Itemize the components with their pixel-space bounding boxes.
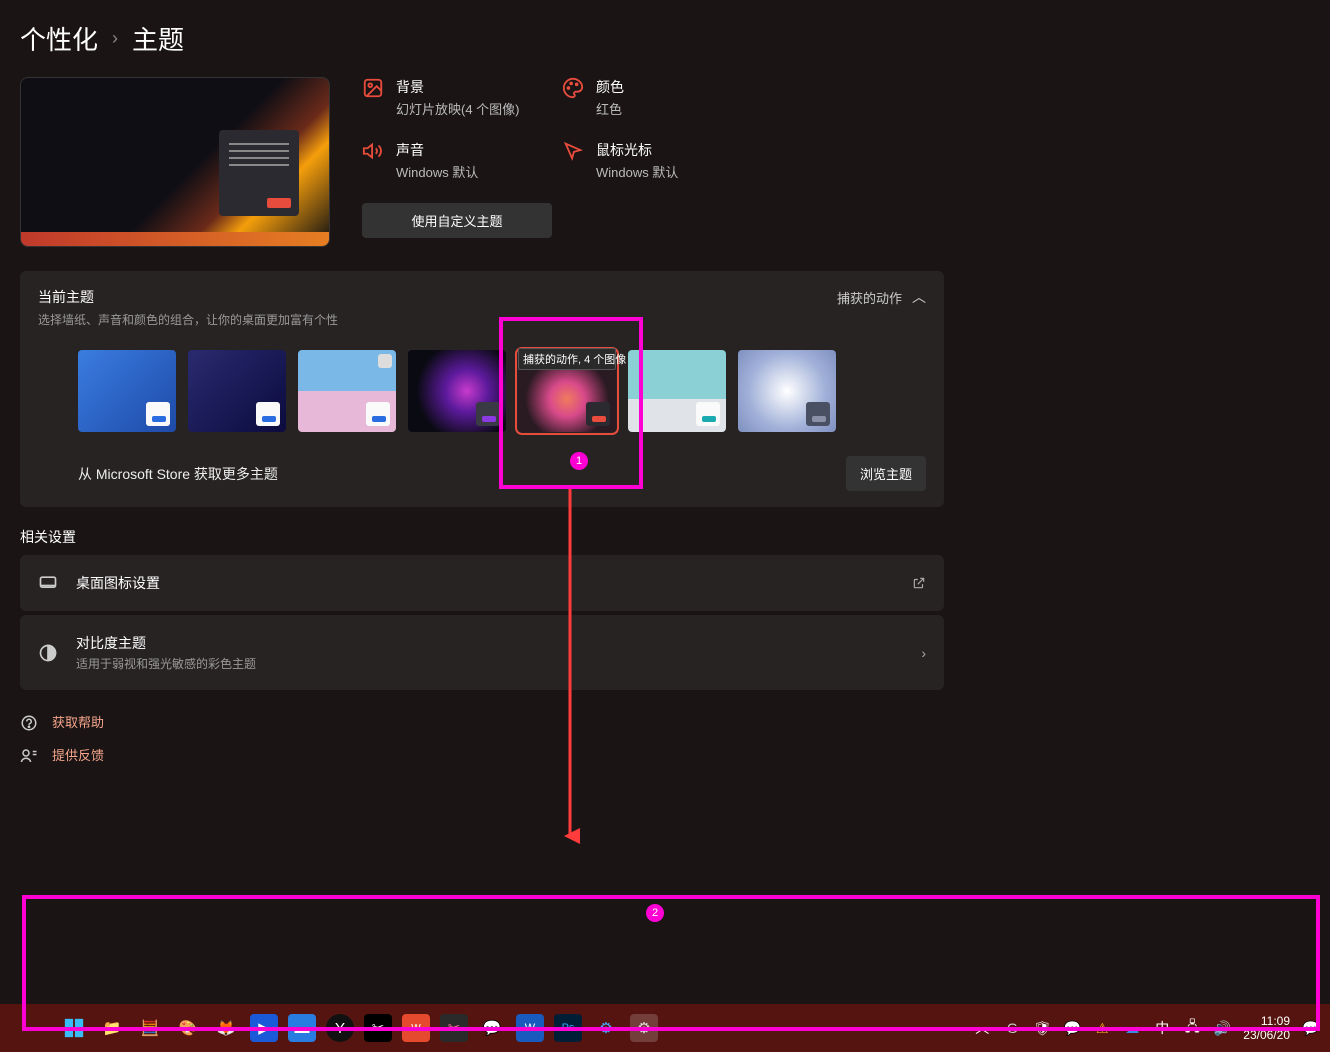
- theme-item-6[interactable]: [628, 350, 726, 432]
- taskbar-paint[interactable]: 🎨: [174, 1014, 202, 1042]
- tray-network-icon[interactable]: 🖧: [1183, 1019, 1201, 1037]
- feedback-link[interactable]: 提供反馈: [20, 745, 1310, 764]
- browse-themes-button[interactable]: 浏览主题: [846, 456, 926, 491]
- taskbar-app1[interactable]: ✂: [440, 1014, 468, 1042]
- taskbar-capcut[interactable]: ✂: [364, 1014, 392, 1042]
- taskbar-yandex[interactable]: Y: [326, 1014, 354, 1042]
- chevron-right-icon: ›: [921, 645, 926, 661]
- tray-cloud-icon[interactable]: ☁: [1123, 1019, 1141, 1037]
- cursor-icon: [562, 140, 584, 162]
- prop-cursor-title: 鼠标光标: [596, 140, 678, 160]
- current-theme-subtitle: 选择墙纸、声音和颜色的组合，让你的桌面更加富有个性: [38, 311, 338, 328]
- external-link-icon: [912, 576, 926, 590]
- row-contrast[interactable]: 对比度主题 适用于弱视和强光敏感的彩色主题 ›: [20, 615, 944, 690]
- tray-app-chat[interactable]: 💬: [1063, 1019, 1081, 1037]
- tray-security-icon[interactable]: 🛡: [1033, 1019, 1051, 1037]
- theme-item-2[interactable]: [188, 350, 286, 432]
- image-icon: [362, 77, 384, 99]
- help-icon: [20, 714, 38, 730]
- taskbar-word[interactable]: W: [516, 1014, 544, 1042]
- taskbar-photoshop[interactable]: Ps: [554, 1014, 582, 1042]
- row-contrast-sub: 适用于弱视和强光敏感的彩色主题: [76, 655, 903, 672]
- taskbar-todesk[interactable]: ▬: [288, 1014, 316, 1042]
- ms-store-link[interactable]: 从 Microsoft Store 获取更多主题: [78, 464, 278, 484]
- theme-item-1[interactable]: [78, 350, 176, 432]
- collapse-label: 捕获的动作: [837, 288, 902, 307]
- taskbar: 📁 🧮 🎨 🦊 ▶ ▬ Y ✂ W ✂ 💬 W Ps ⚙ ⚙ ︿ G 🛡 💬 ⚠…: [0, 1004, 1330, 1052]
- prop-cursor-value: Windows 默认: [596, 162, 678, 181]
- tray-ime[interactable]: 中: [1153, 1019, 1171, 1037]
- feedback-label: 提供反馈: [52, 745, 104, 764]
- taskbar-explorer[interactable]: 📁: [98, 1014, 126, 1042]
- taskbar-wps[interactable]: W: [402, 1014, 430, 1042]
- sound-icon: [362, 140, 384, 162]
- camera-icon: [378, 354, 392, 368]
- feedback-icon: [20, 747, 38, 763]
- row-desktop-icons[interactable]: 桌面图标设置: [20, 555, 944, 611]
- prop-sound-title: 声音: [396, 140, 478, 160]
- tray-app-g[interactable]: G: [1003, 1019, 1021, 1037]
- annotation-badge-2: 2: [646, 904, 664, 922]
- prop-background[interactable]: 背景 幻灯片放映(4 个图像): [362, 77, 552, 118]
- use-custom-theme-button[interactable]: 使用自定义主题: [362, 203, 552, 238]
- palette-icon: [562, 77, 584, 99]
- prop-background-value: 幻灯片放映(4 个图像): [396, 99, 520, 118]
- tray-volume-icon[interactable]: 🔊: [1213, 1019, 1231, 1037]
- themes-row: 捕获的动作, 4 个图像: [78, 350, 926, 432]
- taskbar-wechat[interactable]: 💬: [478, 1014, 506, 1042]
- prop-cursor[interactable]: 鼠标光标 Windows 默认: [562, 140, 752, 181]
- prop-sound[interactable]: 声音 Windows 默认: [362, 140, 552, 181]
- taskbar-firefox[interactable]: 🦊: [212, 1014, 240, 1042]
- start-button[interactable]: [60, 1014, 88, 1042]
- row-desktop-icons-title: 桌面图标设置: [76, 573, 894, 593]
- tray-time: 11:09: [1243, 1014, 1290, 1028]
- theme-item-4[interactable]: [408, 350, 506, 432]
- contrast-icon: [38, 643, 58, 663]
- taskbar-calculator[interactable]: 🧮: [136, 1014, 164, 1042]
- tray-chevron-up-icon[interactable]: ︿: [973, 1019, 991, 1037]
- theme-item-3[interactable]: [298, 350, 396, 432]
- row-contrast-title: 对比度主题: [76, 633, 903, 653]
- breadcrumb-current: 主题: [132, 20, 184, 57]
- taskbar-app2[interactable]: ⚙: [592, 1014, 620, 1042]
- prop-sound-value: Windows 默认: [396, 162, 478, 181]
- prop-color[interactable]: 颜色 红色: [562, 77, 752, 118]
- theme-preview: [20, 77, 330, 247]
- tray-clock[interactable]: 11:09 23/06/20: [1243, 1014, 1290, 1043]
- breadcrumb: 个性化 › 主题: [20, 20, 1310, 57]
- tray-notifications-icon[interactable]: 💬: [1302, 1019, 1320, 1037]
- related-settings-title: 相关设置: [20, 527, 1310, 547]
- breadcrumb-parent[interactable]: 个性化: [20, 20, 98, 57]
- chevron-right-icon: ›: [112, 28, 118, 49]
- current-theme-title: 当前主题: [38, 287, 338, 307]
- prop-color-value: 红色: [596, 99, 624, 118]
- prop-background-title: 背景: [396, 77, 520, 97]
- collapse-toggle[interactable]: 捕获的动作 ︿: [837, 287, 926, 307]
- theme-tooltip: 捕获的动作, 4 个图像: [518, 348, 616, 370]
- preview-notecard-icon: [219, 130, 299, 216]
- prop-color-title: 颜色: [596, 77, 624, 97]
- tray-warning-icon[interactable]: ⚠: [1093, 1019, 1111, 1037]
- annotation-arrow-icon: [560, 488, 580, 848]
- get-help-link[interactable]: 获取帮助: [20, 712, 1310, 731]
- chevron-up-icon: ︿: [912, 287, 926, 307]
- current-theme-card: 当前主题 选择墙纸、声音和颜色的组合，让你的桌面更加富有个性 捕获的动作 ︿ 捕…: [20, 271, 944, 507]
- get-help-label: 获取帮助: [52, 712, 104, 731]
- monitor-icon: [38, 573, 58, 593]
- tray-date: 23/06/20: [1243, 1028, 1290, 1042]
- theme-item-7[interactable]: [738, 350, 836, 432]
- annotation-badge-1: 1: [570, 452, 588, 470]
- taskbar-settings[interactable]: ⚙: [630, 1014, 658, 1042]
- taskbar-media[interactable]: ▶: [250, 1014, 278, 1042]
